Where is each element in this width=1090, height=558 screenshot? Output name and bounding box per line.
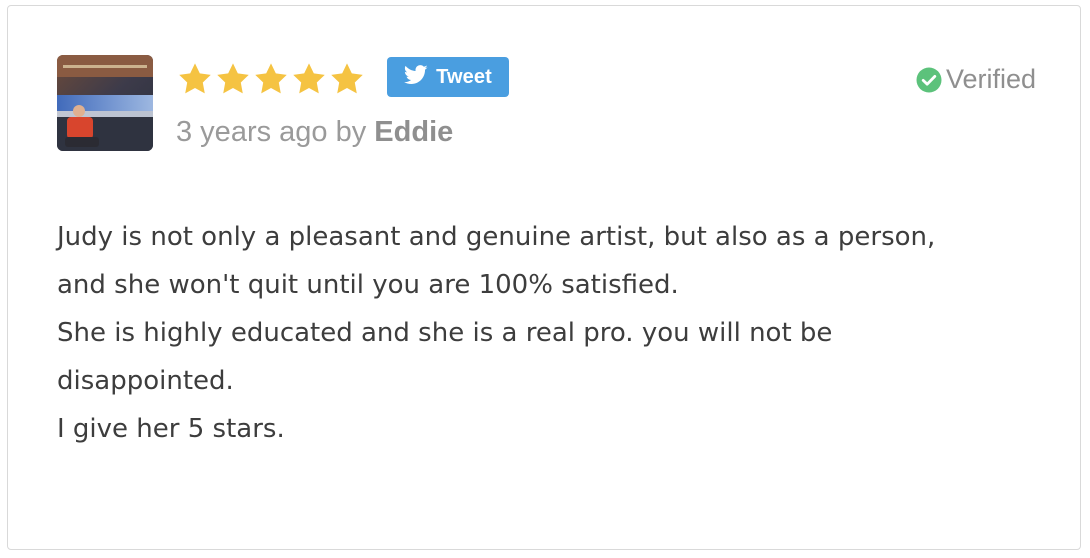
- review-text-line: Judy is not only a pleasant and genuine …: [57, 222, 936, 252]
- review-text-line: disappointed.: [57, 366, 234, 396]
- review-time: 3 years ago by: [176, 116, 375, 148]
- review-meta: 3 years ago by Eddie: [176, 116, 453, 149]
- tweet-button[interactable]: Tweet: [387, 57, 509, 97]
- star-icon: [254, 62, 288, 95]
- review-text: Judy is not only a pleasant and genuine …: [57, 213, 1037, 453]
- rating-stars: [178, 61, 364, 95]
- review-text-line: She is highly educated and she is a real…: [57, 318, 833, 348]
- star-icon: [178, 62, 212, 95]
- review-author: Eddie: [374, 116, 454, 148]
- star-icon: [216, 62, 250, 95]
- review-text-line: and she won't quit until you are 100% sa…: [57, 270, 679, 300]
- tweet-label: Tweet: [436, 65, 492, 88]
- star-icon: [330, 62, 364, 95]
- review-text-line: I give her 5 stars.: [57, 414, 285, 444]
- twitter-bird-icon: [404, 64, 428, 90]
- star-icon: [292, 62, 326, 95]
- review-card: Tweet 3 years ago by Eddie Verified Judy…: [7, 5, 1081, 550]
- check-circle-icon: [916, 67, 942, 93]
- reviewer-avatar: [57, 55, 153, 151]
- verified-label: Verified: [945, 64, 1036, 94]
- verified-badge: Verified: [916, 64, 1036, 95]
